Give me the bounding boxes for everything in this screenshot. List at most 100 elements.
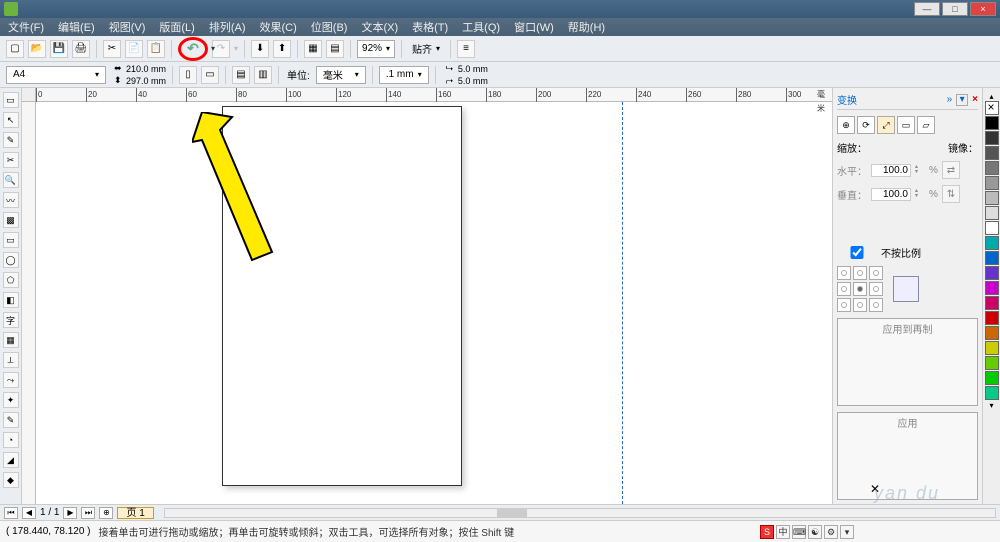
shape-tool-icon[interactable]: ✎ <box>3 132 19 148</box>
color-swatch[interactable] <box>985 296 999 310</box>
first-page-button[interactable]: ⏮ <box>4 507 18 519</box>
ellipse-tool-icon[interactable]: ◯ <box>3 252 19 268</box>
rectangle-tool-icon[interactable]: ▭ <box>3 232 19 248</box>
color-swatch[interactable] <box>985 191 999 205</box>
minimize-button[interactable]: — <box>914 2 940 16</box>
color-swatch[interactable] <box>985 371 999 385</box>
color-swatch[interactable] <box>985 161 999 175</box>
menu-layout[interactable]: 版面(L) <box>159 19 194 35</box>
apply-duplicate-button[interactable]: 应用到再制 <box>837 318 978 406</box>
polygon-tool-icon[interactable]: ⬠ <box>3 272 19 288</box>
horizontal-scrollbar[interactable] <box>164 508 996 518</box>
menu-view[interactable]: 视图(V) <box>109 19 146 35</box>
paper-size-combo[interactable]: A4 ▾ <box>6 66 106 84</box>
ime-lang-icon[interactable]: 中 <box>776 525 790 539</box>
unit-combo[interactable]: 毫米 ▾ <box>316 66 366 84</box>
ruler-origin[interactable] <box>22 88 36 102</box>
current-page-icon[interactable]: ▥ <box>254 66 272 84</box>
no-color-swatch[interactable] <box>985 101 999 115</box>
welcome-icon[interactable]: ▤ <box>326 40 344 58</box>
ime-keyboard-icon[interactable]: ⌨ <box>792 525 806 539</box>
smart-fill-icon[interactable]: ▩ <box>3 212 19 228</box>
portrait-icon[interactable]: ▯ <box>179 66 197 84</box>
color-swatch[interactable] <box>985 266 999 280</box>
menu-help[interactable]: 帮助(H) <box>568 19 605 35</box>
nudge-combo[interactable]: .1 mm ▾ <box>379 66 429 84</box>
menu-text[interactable]: 文本(X) <box>361 19 398 35</box>
menu-edit[interactable]: 编辑(E) <box>58 19 95 35</box>
color-swatch[interactable] <box>985 251 999 265</box>
crop-tool-icon[interactable]: ✂ <box>3 152 19 168</box>
vertical-guide[interactable] <box>622 102 623 504</box>
outline-tool-icon[interactable]: ◔ <box>3 432 19 448</box>
vertical-ruler[interactable] <box>22 102 36 504</box>
color-swatch[interactable] <box>985 326 999 340</box>
new-icon[interactable]: ▢ <box>6 40 24 58</box>
color-swatch[interactable] <box>985 176 999 190</box>
landscape-icon[interactable]: ▭ <box>201 66 219 84</box>
freehand-tool-icon[interactable]: 〰 <box>3 192 19 208</box>
open-icon[interactable]: 📂 <box>28 40 46 58</box>
all-pages-icon[interactable]: ▤ <box>232 66 250 84</box>
dimension-tool-icon[interactable]: ⟂ <box>3 352 19 368</box>
color-swatch[interactable] <box>985 116 999 130</box>
undo-dropdown-arrow-icon[interactable]: ▾ <box>211 44 215 53</box>
snap-dropdown[interactable]: 贴齐 ▾ <box>408 40 444 58</box>
pick-tool-icon[interactable]: ▭ <box>3 92 19 108</box>
horizontal-ruler[interactable]: 0 20 40 60 80 100 120 140 160 180 200 22… <box>36 88 832 102</box>
docker-collapse-icon[interactable]: » <box>947 94 953 105</box>
next-page-button[interactable]: ▶ <box>63 507 77 519</box>
last-page-button[interactable]: ⏭ <box>81 507 95 519</box>
color-swatch[interactable] <box>985 221 999 235</box>
close-button[interactable]: × <box>970 2 996 16</box>
interactive-tool-icon[interactable]: ✦ <box>3 392 19 408</box>
prev-page-button[interactable]: ◀ <box>22 507 36 519</box>
app-launcher-icon[interactable]: ▦ <box>304 40 322 58</box>
page-height-value[interactable]: 297.0 mm <box>126 76 166 86</box>
paste-icon[interactable]: 📋 <box>147 40 165 58</box>
basic-shapes-icon[interactable]: ◧ <box>3 292 19 308</box>
undo-highlighted[interactable]: ↶ ▾ <box>178 37 208 61</box>
spinner-icon[interactable]: ▴▾ <box>915 165 925 175</box>
mirror-v-icon[interactable]: ⇅ <box>942 185 960 203</box>
color-swatch[interactable] <box>985 386 999 400</box>
tab-size-icon[interactable]: ▭ <box>897 116 915 134</box>
dy-value[interactable]: 5.0 mm <box>458 76 488 86</box>
import-icon[interactable]: ⬇ <box>251 40 269 58</box>
color-swatch[interactable] <box>985 206 999 220</box>
connector-tool-icon[interactable]: ⤳ <box>3 372 19 388</box>
page-tab[interactable]: 页 1 <box>117 507 153 519</box>
scale-h-input[interactable] <box>871 164 911 177</box>
tab-skew-icon[interactable]: ▱ <box>917 116 935 134</box>
color-swatch[interactable] <box>985 146 999 160</box>
ime-punct-icon[interactable]: ☯ <box>808 525 822 539</box>
menu-table[interactable]: 表格(T) <box>412 19 448 35</box>
color-swatch[interactable] <box>985 131 999 145</box>
save-icon[interactable]: 💾 <box>50 40 68 58</box>
maximize-button[interactable]: □ <box>942 2 968 16</box>
menu-file[interactable]: 文件(F) <box>8 19 44 35</box>
table-tool-icon[interactable]: ▦ <box>3 332 19 348</box>
ime-logo-icon[interactable]: S <box>760 525 774 539</box>
text-tool-icon[interactable]: 字 <box>3 312 19 328</box>
eyedropper-tool-icon[interactable]: ✎ <box>3 412 19 428</box>
spinner-icon[interactable]: ▴▾ <box>915 189 925 199</box>
anchor-grid[interactable] <box>837 266 883 312</box>
mirror-h-icon[interactable]: ⇄ <box>942 161 960 179</box>
docker-menu-icon[interactable]: ▾ <box>956 94 968 106</box>
palette-scroll-down-icon[interactable]: ▾ <box>989 401 993 410</box>
color-swatch[interactable] <box>985 311 999 325</box>
tab-rotate-icon[interactable]: ⟳ <box>857 116 875 134</box>
scale-v-input[interactable] <box>871 188 911 201</box>
scrollbar-thumb[interactable] <box>497 509 527 517</box>
interactive-fill-icon[interactable]: ◆ <box>3 472 19 488</box>
copy-icon[interactable]: 📄 <box>125 40 143 58</box>
page-width-value[interactable]: 210.0 mm <box>126 64 166 74</box>
menu-bitmap[interactable]: 位图(B) <box>311 19 348 35</box>
pointer-tool-icon[interactable]: ↖ <box>3 112 19 128</box>
add-page-button[interactable]: ⊕ <box>99 507 113 519</box>
ime-menu-icon[interactable]: ▾ <box>840 525 854 539</box>
cut-icon[interactable]: ✂ <box>103 40 121 58</box>
drawing-canvas[interactable]: 0 20 40 60 80 100 120 140 160 180 200 22… <box>22 88 832 504</box>
ime-settings-icon[interactable]: ⚙ <box>824 525 838 539</box>
